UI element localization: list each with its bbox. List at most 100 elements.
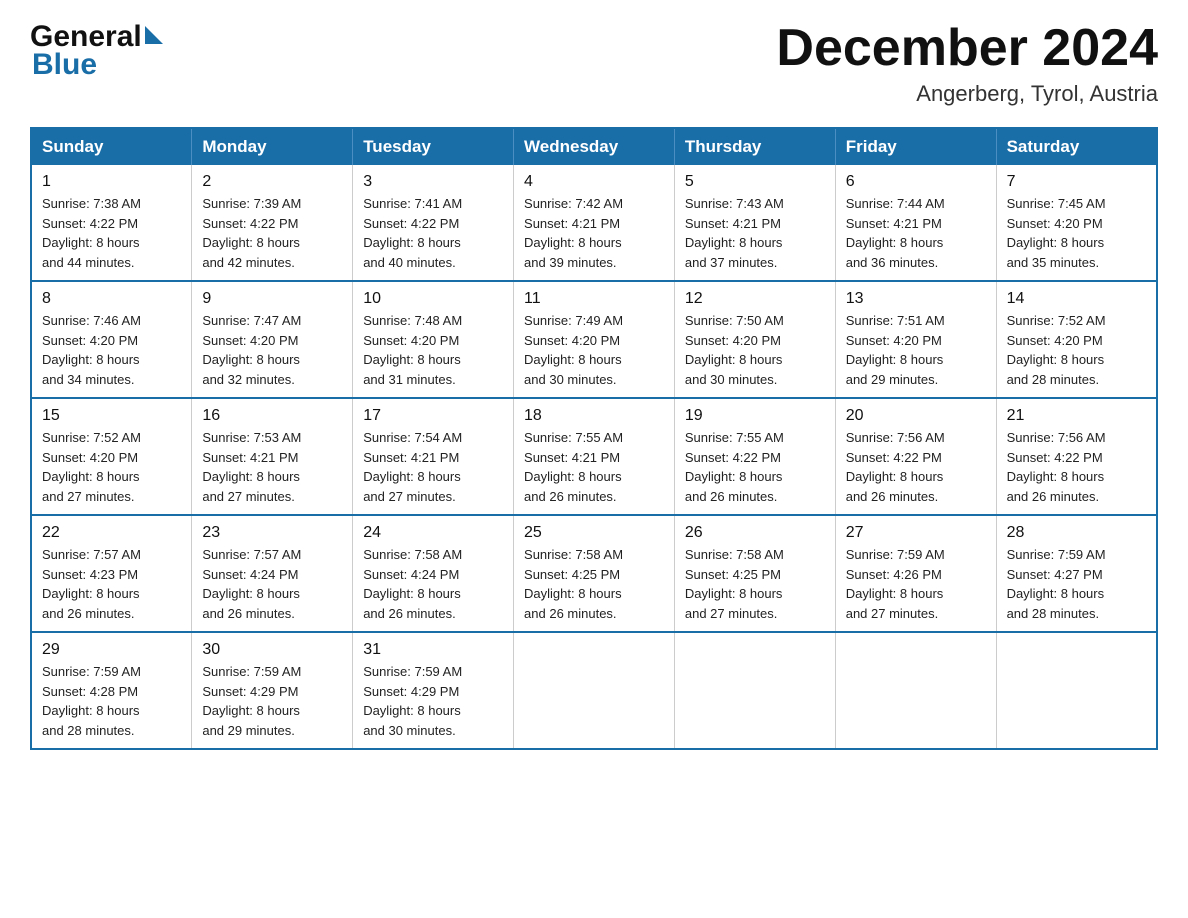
day-number: 4 [524, 173, 664, 191]
day-number: 8 [42, 290, 181, 308]
day-info: Sunrise: 7:54 AM Sunset: 4:21 PM Dayligh… [363, 428, 503, 506]
logo-triangle-icon [145, 26, 163, 44]
day-info: Sunrise: 7:59 AM Sunset: 4:27 PM Dayligh… [1007, 545, 1146, 623]
calendar-cell: 30 Sunrise: 7:59 AM Sunset: 4:29 PM Dayl… [192, 632, 353, 749]
calendar-cell: 10 Sunrise: 7:48 AM Sunset: 4:20 PM Dayl… [353, 281, 514, 398]
day-info: Sunrise: 7:39 AM Sunset: 4:22 PM Dayligh… [202, 194, 342, 272]
day-number: 21 [1007, 407, 1146, 425]
calendar-cell: 3 Sunrise: 7:41 AM Sunset: 4:22 PM Dayli… [353, 165, 514, 281]
calendar-week-row: 1 Sunrise: 7:38 AM Sunset: 4:22 PM Dayli… [31, 165, 1157, 281]
day-info: Sunrise: 7:59 AM Sunset: 4:26 PM Dayligh… [846, 545, 986, 623]
day-info: Sunrise: 7:58 AM Sunset: 4:25 PM Dayligh… [524, 545, 664, 623]
day-number: 28 [1007, 524, 1146, 542]
day-info: Sunrise: 7:42 AM Sunset: 4:21 PM Dayligh… [524, 194, 664, 272]
calendar-cell: 26 Sunrise: 7:58 AM Sunset: 4:25 PM Dayl… [674, 515, 835, 632]
day-info: Sunrise: 7:58 AM Sunset: 4:25 PM Dayligh… [685, 545, 825, 623]
calendar-header-saturday: Saturday [996, 128, 1157, 165]
calendar-cell: 16 Sunrise: 7:53 AM Sunset: 4:21 PM Dayl… [192, 398, 353, 515]
day-info: Sunrise: 7:46 AM Sunset: 4:20 PM Dayligh… [42, 311, 181, 389]
calendar-cell: 22 Sunrise: 7:57 AM Sunset: 4:23 PM Dayl… [31, 515, 192, 632]
day-number: 27 [846, 524, 986, 542]
calendar-cell: 4 Sunrise: 7:42 AM Sunset: 4:21 PM Dayli… [514, 165, 675, 281]
day-number: 9 [202, 290, 342, 308]
calendar-header-sunday: Sunday [31, 128, 192, 165]
day-info: Sunrise: 7:44 AM Sunset: 4:21 PM Dayligh… [846, 194, 986, 272]
day-info: Sunrise: 7:56 AM Sunset: 4:22 PM Dayligh… [846, 428, 986, 506]
day-info: Sunrise: 7:52 AM Sunset: 4:20 PM Dayligh… [42, 428, 181, 506]
day-number: 13 [846, 290, 986, 308]
logo: General Blue [30, 20, 163, 82]
calendar-cell: 24 Sunrise: 7:58 AM Sunset: 4:24 PM Dayl… [353, 515, 514, 632]
month-title: December 2024 [776, 20, 1158, 77]
day-info: Sunrise: 7:57 AM Sunset: 4:23 PM Dayligh… [42, 545, 181, 623]
calendar-week-row: 29 Sunrise: 7:59 AM Sunset: 4:28 PM Dayl… [31, 632, 1157, 749]
calendar-cell: 21 Sunrise: 7:56 AM Sunset: 4:22 PM Dayl… [996, 398, 1157, 515]
calendar-cell: 2 Sunrise: 7:39 AM Sunset: 4:22 PM Dayli… [192, 165, 353, 281]
day-number: 6 [846, 173, 986, 191]
day-info: Sunrise: 7:57 AM Sunset: 4:24 PM Dayligh… [202, 545, 342, 623]
day-number: 20 [846, 407, 986, 425]
day-number: 17 [363, 407, 503, 425]
calendar-cell: 8 Sunrise: 7:46 AM Sunset: 4:20 PM Dayli… [31, 281, 192, 398]
day-number: 14 [1007, 290, 1146, 308]
calendar-cell: 25 Sunrise: 7:58 AM Sunset: 4:25 PM Dayl… [514, 515, 675, 632]
day-number: 23 [202, 524, 342, 542]
day-info: Sunrise: 7:55 AM Sunset: 4:22 PM Dayligh… [685, 428, 825, 506]
day-number: 29 [42, 641, 181, 659]
calendar-cell: 12 Sunrise: 7:50 AM Sunset: 4:20 PM Dayl… [674, 281, 835, 398]
calendar-header-wednesday: Wednesday [514, 128, 675, 165]
day-info: Sunrise: 7:59 AM Sunset: 4:29 PM Dayligh… [363, 662, 503, 740]
calendar-cell: 18 Sunrise: 7:55 AM Sunset: 4:21 PM Dayl… [514, 398, 675, 515]
title-block: December 2024 Angerberg, Tyrol, Austria [776, 20, 1158, 107]
calendar-cell: 17 Sunrise: 7:54 AM Sunset: 4:21 PM Dayl… [353, 398, 514, 515]
calendar-cell: 28 Sunrise: 7:59 AM Sunset: 4:27 PM Dayl… [996, 515, 1157, 632]
day-info: Sunrise: 7:43 AM Sunset: 4:21 PM Dayligh… [685, 194, 825, 272]
day-number: 31 [363, 641, 503, 659]
day-info: Sunrise: 7:38 AM Sunset: 4:22 PM Dayligh… [42, 194, 181, 272]
day-info: Sunrise: 7:53 AM Sunset: 4:21 PM Dayligh… [202, 428, 342, 506]
calendar-header-row: SundayMondayTuesdayWednesdayThursdayFrid… [31, 128, 1157, 165]
calendar-cell: 7 Sunrise: 7:45 AM Sunset: 4:20 PM Dayli… [996, 165, 1157, 281]
day-number: 25 [524, 524, 664, 542]
calendar-cell [996, 632, 1157, 749]
calendar-cell: 31 Sunrise: 7:59 AM Sunset: 4:29 PM Dayl… [353, 632, 514, 749]
day-number: 1 [42, 173, 181, 191]
calendar-cell: 23 Sunrise: 7:57 AM Sunset: 4:24 PM Dayl… [192, 515, 353, 632]
day-info: Sunrise: 7:51 AM Sunset: 4:20 PM Dayligh… [846, 311, 986, 389]
day-number: 22 [42, 524, 181, 542]
calendar-cell: 15 Sunrise: 7:52 AM Sunset: 4:20 PM Dayl… [31, 398, 192, 515]
day-number: 11 [524, 290, 664, 308]
calendar-cell: 19 Sunrise: 7:55 AM Sunset: 4:22 PM Dayl… [674, 398, 835, 515]
day-info: Sunrise: 7:59 AM Sunset: 4:28 PM Dayligh… [42, 662, 181, 740]
location-subtitle: Angerberg, Tyrol, Austria [776, 81, 1158, 107]
calendar-header-tuesday: Tuesday [353, 128, 514, 165]
calendar-header-friday: Friday [835, 128, 996, 165]
logo-blue-text: Blue [32, 48, 163, 82]
calendar-cell [835, 632, 996, 749]
day-info: Sunrise: 7:47 AM Sunset: 4:20 PM Dayligh… [202, 311, 342, 389]
calendar-week-row: 8 Sunrise: 7:46 AM Sunset: 4:20 PM Dayli… [31, 281, 1157, 398]
day-number: 10 [363, 290, 503, 308]
calendar-cell: 6 Sunrise: 7:44 AM Sunset: 4:21 PM Dayli… [835, 165, 996, 281]
day-number: 5 [685, 173, 825, 191]
calendar-cell: 20 Sunrise: 7:56 AM Sunset: 4:22 PM Dayl… [835, 398, 996, 515]
day-info: Sunrise: 7:52 AM Sunset: 4:20 PM Dayligh… [1007, 311, 1146, 389]
day-info: Sunrise: 7:50 AM Sunset: 4:20 PM Dayligh… [685, 311, 825, 389]
day-info: Sunrise: 7:45 AM Sunset: 4:20 PM Dayligh… [1007, 194, 1146, 272]
day-number: 30 [202, 641, 342, 659]
page-header: General Blue December 2024 Angerberg, Ty… [30, 20, 1158, 107]
day-number: 26 [685, 524, 825, 542]
calendar-cell [514, 632, 675, 749]
day-info: Sunrise: 7:49 AM Sunset: 4:20 PM Dayligh… [524, 311, 664, 389]
calendar-header-thursday: Thursday [674, 128, 835, 165]
calendar-cell: 9 Sunrise: 7:47 AM Sunset: 4:20 PM Dayli… [192, 281, 353, 398]
day-number: 3 [363, 173, 503, 191]
day-info: Sunrise: 7:48 AM Sunset: 4:20 PM Dayligh… [363, 311, 503, 389]
day-number: 12 [685, 290, 825, 308]
day-number: 24 [363, 524, 503, 542]
day-info: Sunrise: 7:55 AM Sunset: 4:21 PM Dayligh… [524, 428, 664, 506]
calendar-cell: 5 Sunrise: 7:43 AM Sunset: 4:21 PM Dayli… [674, 165, 835, 281]
calendar-table: SundayMondayTuesdayWednesdayThursdayFrid… [30, 127, 1158, 750]
day-number: 15 [42, 407, 181, 425]
calendar-header-monday: Monday [192, 128, 353, 165]
